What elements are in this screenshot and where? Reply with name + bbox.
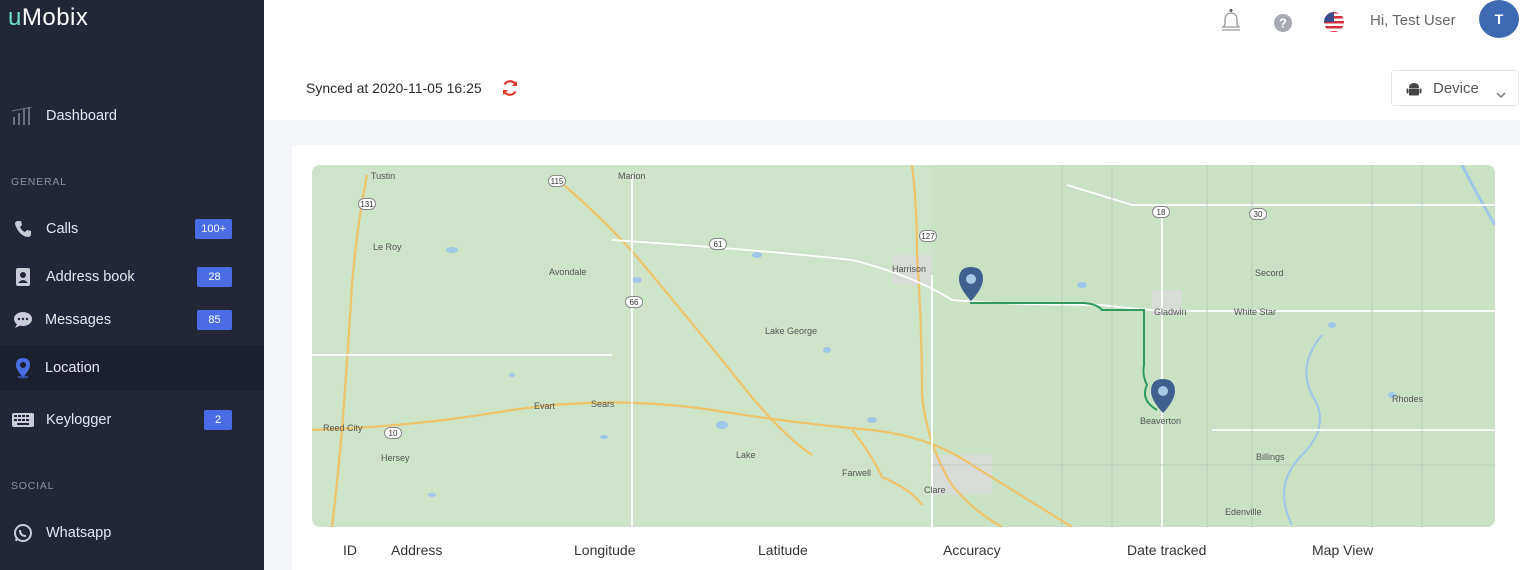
count-badge: 28 xyxy=(197,267,232,287)
sidebar-item-label: Location xyxy=(45,360,100,376)
road-shield: 115 xyxy=(548,175,566,187)
device-select[interactable]: Device xyxy=(1391,70,1519,106)
map-label: Hersey xyxy=(381,453,410,463)
map-label: Billings xyxy=(1256,452,1285,462)
bell-icon[interactable] xyxy=(1220,9,1242,32)
map-label: Secord xyxy=(1255,268,1284,278)
location-card: Tustin Marion Le Roy Avondale Harrison L… xyxy=(292,145,1520,570)
sidebar-item-calls[interactable]: Calls 100+ xyxy=(0,206,264,252)
us-flag-icon[interactable] xyxy=(1323,11,1345,33)
road-shield: 61 xyxy=(709,238,727,250)
locations-table-header: ID Address Longitude Latitude Accuracy D… xyxy=(292,542,1520,562)
map-label: Gladwin xyxy=(1154,307,1187,317)
phone-icon xyxy=(12,218,34,240)
column-header-map-view[interactable]: Map View xyxy=(1312,542,1373,558)
map-label: Reed City xyxy=(323,423,363,433)
map-label: Sears xyxy=(591,399,615,409)
avatar[interactable]: T xyxy=(1479,0,1519,38)
map-label: Avondale xyxy=(549,267,587,277)
address-book-icon xyxy=(12,266,34,288)
sidebar-item-messages[interactable]: Messages 85 xyxy=(0,297,264,343)
section-label-general: GENERAL xyxy=(11,176,67,188)
location-pin-marker[interactable] xyxy=(1150,378,1176,414)
help-icon[interactable]: ? xyxy=(1272,12,1294,34)
road-shield: 30 xyxy=(1249,208,1267,220)
map-label: Tustin xyxy=(371,171,396,181)
chevron-down-icon xyxy=(1496,84,1506,103)
map-label: Beaverton xyxy=(1140,416,1182,426)
sync-bar: Synced at 2020-11-05 16:25 Device xyxy=(264,58,1520,120)
column-header-latitude[interactable]: Latitude xyxy=(758,542,808,558)
sidebar-item-label: Whatsapp xyxy=(46,525,112,541)
column-header-accuracy[interactable]: Accuracy xyxy=(943,542,1001,558)
column-header-address[interactable]: Address xyxy=(391,542,442,558)
map-label: Clare xyxy=(924,485,946,495)
location-map[interactable]: Tustin Marion Le Roy Avondale Harrison L… xyxy=(312,165,1495,527)
svg-text:?: ? xyxy=(1279,16,1287,31)
road-shield: 127 xyxy=(919,230,937,242)
sidebar-item-address-book[interactable]: Address book 28 xyxy=(0,254,264,300)
map-label: Evart xyxy=(534,401,556,411)
map-label: Rhodes xyxy=(1392,394,1424,404)
map-label: Marion xyxy=(618,171,646,181)
road-shield: 18 xyxy=(1152,206,1170,218)
device-select-label: Device xyxy=(1433,80,1479,97)
map-label: Lake xyxy=(736,450,756,460)
map-label: Le Roy xyxy=(373,242,402,252)
sidebar-item-keylogger[interactable]: Keylogger 2 xyxy=(0,397,264,443)
count-badge: 2 xyxy=(204,410,232,430)
sidebar-item-dashboard[interactable]: Dashboard xyxy=(0,93,264,139)
whatsapp-icon xyxy=(12,522,34,544)
map-label: Farwell xyxy=(842,468,872,478)
user-greeting[interactable]: Hi, Test User xyxy=(1370,12,1456,29)
map-roads xyxy=(312,165,1495,527)
top-header: ? Hi, Test User T xyxy=(264,0,1520,58)
sidebar: uMobix Dashboard GENERAL Calls 100+ Addr… xyxy=(0,0,264,570)
sms-icon xyxy=(12,309,34,331)
sidebar-item-whatsapp[interactable]: Whatsapp xyxy=(0,510,264,556)
count-badge: 100+ xyxy=(195,219,232,239)
sync-status-text: Synced at 2020-11-05 16:25 xyxy=(306,80,482,96)
section-label-social: SOCIAL xyxy=(11,480,55,492)
road-shield: 66 xyxy=(625,296,643,308)
road-shield: 10 xyxy=(384,427,402,439)
map-label: White Star xyxy=(1234,307,1277,317)
column-header-longitude[interactable]: Longitude xyxy=(574,542,636,558)
map-label: Harrison xyxy=(892,264,927,274)
sidebar-item-label: Dashboard xyxy=(46,108,117,124)
sidebar-item-label: Keylogger xyxy=(46,412,112,428)
android-icon xyxy=(1406,81,1422,101)
sidebar-item-label: Calls xyxy=(46,221,79,237)
map-label: Edenville xyxy=(1225,507,1262,517)
brand-logo[interactable]: uMobix xyxy=(8,4,88,32)
column-header-date-tracked[interactable]: Date tracked xyxy=(1127,542,1206,558)
location-pin-marker[interactable] xyxy=(958,266,984,302)
location-pin-icon xyxy=(12,357,34,379)
refresh-icon[interactable] xyxy=(500,78,520,98)
map-label: Lake George xyxy=(765,326,818,336)
column-header-id[interactable]: ID xyxy=(343,542,357,558)
sidebar-item-location[interactable]: Location xyxy=(0,345,264,391)
sidebar-item-label: Messages xyxy=(45,312,112,328)
keyboard-icon xyxy=(12,409,34,431)
road-shield: 131 xyxy=(358,198,376,210)
count-badge: 85 xyxy=(197,310,232,330)
sidebar-item-label: Address book xyxy=(46,269,135,285)
bar-chart-icon xyxy=(12,105,34,127)
